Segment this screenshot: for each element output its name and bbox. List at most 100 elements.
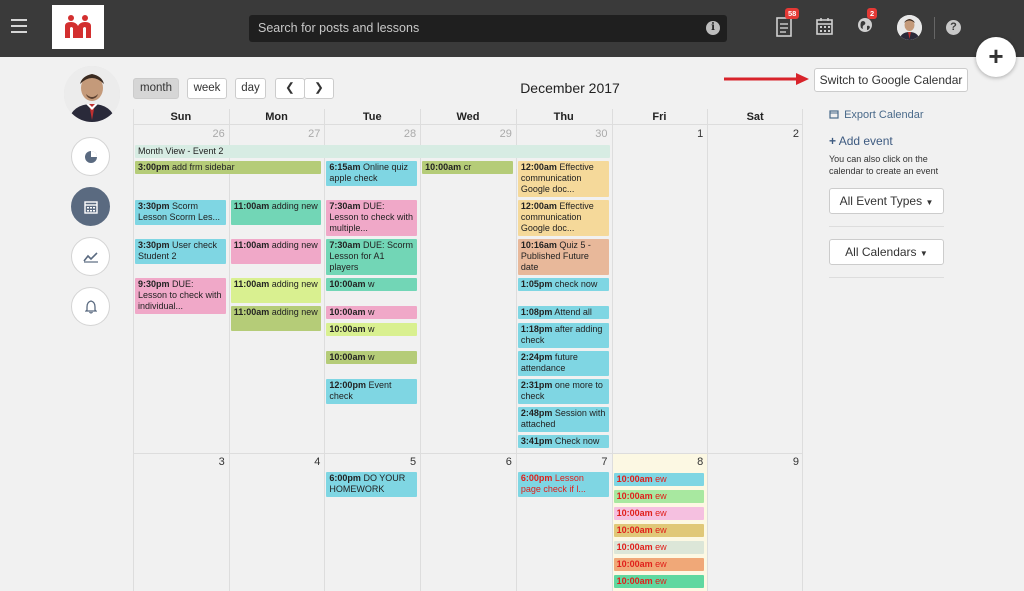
day-number[interactable]: 28 — [324, 128, 416, 140]
day-number[interactable]: 29 — [420, 128, 512, 140]
alerts-button[interactable] — [71, 287, 110, 326]
calendar-event[interactable]: 12:00pm Event check — [326, 379, 418, 404]
event-time: 10:00am — [616, 559, 653, 569]
notification-badge: 58 — [785, 8, 800, 19]
menu-icon[interactable] — [11, 19, 27, 33]
calendar-event[interactable]: 7:30am DUE: Lesson to check with multipl… — [326, 200, 418, 236]
prev-month-button[interactable]: ❮ — [275, 78, 305, 99]
event-time: 7:30am — [329, 201, 361, 211]
switch-google-calendar-button[interactable]: Switch to Google Calendar — [814, 68, 968, 92]
calendar-event[interactable]: 3:00pm add frm sidebar — [135, 161, 322, 174]
calendar-event[interactable]: 11:00am adding new — [230, 239, 322, 264]
calendar-event[interactable]: 10:00am cr — [422, 161, 513, 174]
calendar-event[interactable]: 1:08pm Attend all — [517, 306, 609, 319]
day-number[interactable]: 4 — [229, 456, 320, 468]
day-number[interactable]: 2 — [707, 128, 799, 140]
day-number[interactable]: 27 — [229, 128, 320, 140]
calendar-event[interactable]: 10:00am w — [326, 278, 418, 291]
calendar-event[interactable]: 2:31pm one more to check — [517, 379, 609, 404]
event-title: ew — [655, 491, 667, 501]
help-icon[interactable]: ? — [946, 20, 961, 35]
info-icon[interactable]: i — [706, 21, 720, 35]
day-number[interactable]: 26 — [133, 128, 224, 140]
calendar-event[interactable]: 10:16am Quiz 5 - Published Future date — [517, 239, 609, 275]
calendar-event[interactable]: 11:00am adding new — [230, 200, 322, 225]
event-time: 1:05pm — [520, 279, 553, 289]
calendar-event[interactable]: 11:00am adding new — [230, 278, 322, 303]
calendar-event[interactable]: 2:48pm Session with attached — [517, 407, 609, 432]
event-time: 10:00am — [616, 474, 653, 484]
day-number[interactable]: 5 — [324, 456, 416, 468]
calendar-event[interactable]: 10:00am ew — [613, 558, 705, 571]
calendar-event[interactable]: 10:00am ew — [613, 507, 705, 520]
week-view-button[interactable]: week — [187, 78, 227, 99]
analytics-button[interactable] — [71, 237, 110, 276]
calendar-event[interactable]: 10:00am w — [326, 323, 418, 336]
day-view-button[interactable]: day — [235, 78, 266, 99]
profile-avatar[interactable] — [64, 66, 120, 122]
calendar-nav-button[interactable] — [71, 187, 110, 226]
calendar-icon — [83, 200, 98, 214]
app-logo[interactable] — [52, 5, 104, 49]
export-calendar-link[interactable]: Export Calendar — [829, 109, 924, 121]
calendar-event[interactable]: 3:30pm User check Student 2 — [135, 239, 226, 264]
day-number[interactable]: 8 — [612, 456, 703, 468]
caret-down-icon: ▼ — [919, 249, 928, 258]
calendar-event[interactable]: 3:41pm Check now — [517, 435, 609, 448]
user-avatar[interactable] — [897, 15, 922, 40]
day-number[interactable]: 3 — [133, 456, 225, 468]
calendar-event[interactable]: 10:00am w — [326, 351, 418, 364]
event-title: ew — [655, 525, 667, 535]
calendar-event[interactable]: 10:00am ew — [613, 524, 705, 537]
calendar-event[interactable]: 6:00pm DO YOUR HOMEWORK — [326, 472, 418, 497]
calendar-event[interactable]: 6:15am Online quiz apple check — [326, 161, 418, 186]
day-number[interactable]: 6 — [420, 456, 512, 468]
calendar-event[interactable]: 10:00am ew — [613, 575, 705, 588]
calendar-event[interactable]: 12:00am Effective communication Google d… — [517, 161, 609, 197]
add-fab-button[interactable]: + — [976, 37, 1016, 77]
calendar-event[interactable]: 10:00am ew — [613, 473, 705, 486]
event-time: 10:00am — [425, 162, 462, 172]
calendar-event[interactable]: 10:00am ew — [613, 541, 705, 554]
event-types-dropdown[interactable]: All Event Types ▼ — [829, 188, 944, 214]
calendar-event[interactable]: 6:00pm Lesson page check if l... — [517, 472, 609, 497]
day-number[interactable]: 9 — [707, 456, 799, 468]
event-title: add frm sidebar — [172, 162, 235, 172]
calendar-event[interactable]: Month View - Event 2 — [135, 145, 610, 158]
calendar-event[interactable]: 1:18pm after adding check — [517, 323, 609, 348]
reports-pie-button[interactable] — [71, 137, 110, 176]
day-header: Fri — [611, 109, 708, 125]
calendar-event[interactable]: 7:30am DUE: Scorm Lesson for A1 players — [326, 239, 418, 275]
calendar-event[interactable]: 9:30pm DUE: Lesson to check with individ… — [135, 278, 226, 314]
event-time: 3:30pm — [138, 201, 170, 211]
day-number[interactable]: 30 — [516, 128, 607, 140]
add-event-hint: You can also click on the calendar to cr… — [829, 154, 939, 176]
messages-button[interactable]: 2 — [857, 8, 878, 39]
day-number[interactable]: 7 — [516, 456, 607, 468]
logo-icon — [65, 15, 91, 38]
add-event-label: Add event — [838, 134, 893, 148]
event-time: 11:00am — [233, 279, 270, 289]
event-time: 10:00am — [616, 576, 653, 586]
day-number[interactable]: 1 — [612, 128, 703, 140]
grid-line — [420, 109, 421, 591]
notifications-button[interactable]: 58 — [776, 8, 800, 39]
event-title: w — [367, 324, 375, 334]
calendar-event[interactable]: 3:30pm Scorm Lesson Scorm Les... — [135, 200, 226, 225]
calendar-event[interactable]: 12:00am Effective communication Google d… — [517, 200, 609, 236]
search-input[interactable]: Search for posts and lessons i — [249, 15, 727, 42]
calendar-event[interactable]: 10:00am w — [326, 306, 418, 319]
calendar-event[interactable]: 11:00am adding new — [230, 306, 322, 331]
month-view-button[interactable]: month — [133, 78, 179, 99]
calendar-event[interactable]: 1:05pm check now — [517, 278, 609, 291]
next-month-button[interactable]: ❯ — [304, 78, 334, 99]
calendar-event[interactable]: 10:00am ew — [613, 490, 705, 503]
add-event-link[interactable]: + Add event — [829, 134, 893, 148]
top-bar: Search for posts and lessons i 58 2 ? — [0, 0, 1024, 57]
event-title: w — [367, 279, 375, 289]
event-time: 7:30am — [329, 240, 361, 250]
calendar-event[interactable]: 2:24pm future attendance — [517, 351, 609, 376]
calendars-dropdown[interactable]: All Calendars ▼ — [829, 239, 944, 265]
event-time: 9:30pm — [138, 279, 170, 289]
calendar-top-button[interactable] — [816, 17, 836, 39]
